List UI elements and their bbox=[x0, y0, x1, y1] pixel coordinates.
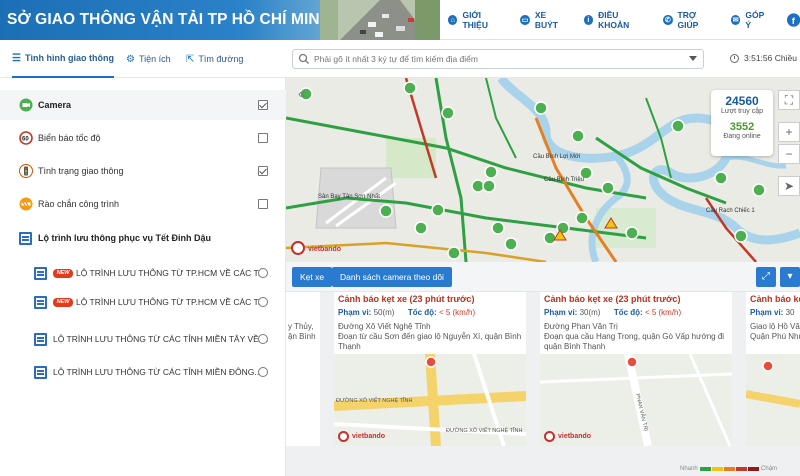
gear-icon: ⚙ bbox=[126, 53, 135, 65]
layer-speed-sign-checkbox[interactable] bbox=[258, 133, 268, 143]
route-item[interactable]: LỘ TRÌNH LƯU THÔNG TỪ CÁC TỈNH MIỀN ĐÔNG… bbox=[0, 357, 286, 387]
tab-bar: ☰ Tình hình giao thông ⚙ Tiện ích ⇱ Tìm … bbox=[0, 40, 286, 78]
barrier-icon bbox=[19, 197, 33, 211]
zoom-out-button[interactable]: − bbox=[778, 144, 800, 164]
sidebar: Camera 60 Biển báo tốc độ Tình trạng gia… bbox=[0, 78, 286, 476]
route-icon bbox=[34, 365, 47, 379]
clock-time: 3:51:56 Chiều bbox=[744, 53, 797, 63]
speed-sign-icon: 60 bbox=[19, 131, 33, 145]
clock-icon bbox=[730, 53, 739, 63]
vietbando-logo: vietbando bbox=[338, 431, 385, 442]
alert-title: Cảnh báo kẹt xe (23 phút trước) bbox=[338, 294, 475, 304]
layer-speed-sign[interactable]: 60 Biển báo tốc độ bbox=[0, 123, 286, 153]
search-box bbox=[292, 49, 704, 69]
traffic-photo bbox=[320, 0, 440, 40]
routes-group-header[interactable]: Lộ trình lưu thông phục vụ Tết Đinh Dậu bbox=[0, 223, 286, 253]
top-nav: ⌂ GIỚI THIỆU ▭ XE BUÝT i ĐIỀU KHOẢN ✆ TRỢ GI… bbox=[448, 0, 800, 40]
facebook-icon[interactable]: f bbox=[786, 13, 800, 27]
vietbando-logo: vietbando bbox=[544, 431, 591, 442]
brand-banner: SỞ GIAO THÔNG VẬN TẢI TP HỒ CHÍ MINH bbox=[0, 0, 440, 40]
route-radio[interactable] bbox=[258, 268, 268, 278]
alert-card[interactable]: Cảnh báo kẹt xe (23 phút trước) Phạm vi:… bbox=[334, 292, 526, 446]
alert-card-partial[interactable]: Cảnh báo kẹ Phạm vi: 30 Giao lộ Hồ Vă Quậ… bbox=[746, 292, 800, 446]
new-badge: NEW bbox=[53, 268, 73, 278]
alert-map bbox=[746, 354, 800, 446]
search-row: 3:51:56 Chiều bbox=[286, 40, 800, 78]
zoom-in-button[interactable]: + bbox=[778, 122, 800, 142]
alert-title: Cảnh báo kẹt xe (23 phút trước) bbox=[544, 294, 681, 304]
map-brand: vietbando bbox=[308, 246, 341, 253]
search-icon bbox=[298, 53, 309, 64]
camera-list-button[interactable]: Danh sách camera theo dõi bbox=[332, 267, 452, 287]
route-radio[interactable] bbox=[258, 297, 268, 307]
route-item[interactable]: NEW LỘ TRÌNH LƯU THÔNG TỪ TP.HCM VỀ CÁC … bbox=[0, 287, 286, 317]
layer-traffic-status[interactable]: Tình trạng giao thông bbox=[0, 156, 286, 186]
nav-xe-buyt[interactable]: ▭ XE BUÝT bbox=[520, 10, 569, 30]
nav-gop-y[interactable]: ✉ GÓP Ý bbox=[730, 10, 771, 30]
traffic-legend: Nhanh Chậm bbox=[680, 466, 778, 472]
layer-camera[interactable]: Camera bbox=[0, 90, 286, 120]
nav-dieu-khoan[interactable]: i ĐIỀU KHOẢN bbox=[583, 10, 649, 30]
chevron-down-icon[interactable] bbox=[689, 56, 697, 61]
tab-utilities[interactable]: ⚙ Tiện ích bbox=[126, 40, 171, 78]
route-item[interactable]: LỘ TRÌNH LƯU THÔNG TỪ CÁC TỈNH MIỀN TÂY … bbox=[0, 324, 286, 354]
tab-traffic-status[interactable]: ☰ Tình hình giao thông bbox=[12, 40, 114, 78]
traffic-jam-button[interactable]: Kẹt xe bbox=[292, 267, 333, 287]
alert-card-partial[interactable]: y Thủy, ận Bình bbox=[286, 292, 320, 446]
camera-icon bbox=[19, 98, 33, 112]
visit-count: 24560 bbox=[725, 94, 759, 108]
mail-icon: ✉ bbox=[730, 15, 741, 25]
nav-gioi-thieu[interactable]: ⌂ GIỚI THIỆU bbox=[448, 10, 506, 30]
bus-icon: ▭ bbox=[520, 15, 530, 25]
new-badge: NEW bbox=[53, 297, 73, 307]
layers-icon: ☰ bbox=[12, 52, 21, 64]
alert-map: PHAN VĂN TRỊ vietbando bbox=[540, 354, 732, 446]
info-icon: i bbox=[583, 15, 594, 25]
map-label: Cầu Bình Lợi Mới bbox=[533, 154, 580, 160]
map-label: Cầu Bình Triệu bbox=[544, 177, 584, 183]
chevron-down-icon[interactable]: ▾ bbox=[780, 267, 800, 287]
route-radio[interactable] bbox=[258, 334, 268, 344]
alert-map: ĐƯỜNG XÔ VIẾT NGHỆ TĨNH ĐƯỜNG XÔ VIẾT NG… bbox=[334, 354, 526, 446]
traffic-light-icon bbox=[19, 164, 33, 178]
svg-text:ĐƯỜNG XÔ VIẾT NGHỆ TĨNH: ĐƯỜNG XÔ VIẾT NGHỆ TĨNH bbox=[446, 426, 522, 434]
route-item[interactable]: NEW LỘ TRÌNH LƯU THÔNG TỪ TP.HCM VỀ CÁC … bbox=[0, 258, 286, 288]
locate-icon[interactable]: ➤ bbox=[778, 176, 800, 196]
directions-icon: ⇱ bbox=[186, 53, 195, 65]
visitor-stats: 24560 Lượt truy cập 3552 Đang online bbox=[711, 90, 773, 156]
svg-text:60: 60 bbox=[22, 137, 29, 143]
map-label: Cầu Rạch Chiếc 1 bbox=[706, 208, 755, 214]
home-icon: ⌂ bbox=[448, 15, 458, 25]
alert-card[interactable]: Cảnh báo kẹt xe (23 phút trước) Phạm vi:… bbox=[540, 292, 732, 446]
layer-camera-checkbox[interactable] bbox=[258, 100, 268, 110]
route-icon bbox=[19, 231, 32, 245]
route-radio[interactable] bbox=[258, 367, 268, 377]
collapse-icon: « bbox=[298, 86, 305, 101]
route-icon bbox=[34, 295, 47, 309]
tab-directions[interactable]: ⇱ Tìm đường bbox=[186, 40, 243, 78]
map-label: Sân Bay Tân Sơn Nhất bbox=[318, 194, 380, 200]
alert-title: Cảnh báo kẹ bbox=[750, 294, 800, 304]
expand-icon[interactable]: ⤢ bbox=[756, 267, 776, 287]
alert-cards: y Thủy, ận Bình Cảnh báo kẹt xe (23 phút… bbox=[286, 292, 800, 476]
camera-toolbar: Kẹt xe Danh sách camera theo dõi ⤢ ▾ bbox=[286, 262, 800, 292]
fullscreen-icon[interactable]: ⛶ bbox=[778, 90, 800, 110]
online-count: 3552 bbox=[729, 121, 755, 133]
header: SỞ GIAO THÔNG VẬN TẢI TP HỒ CHÍ MINH ⌂ GI… bbox=[0, 0, 800, 40]
clock: 3:51:56 Chiều bbox=[730, 53, 797, 63]
phone-icon: ✆ bbox=[663, 15, 673, 25]
layer-barrier[interactable]: Rào chắn công trình bbox=[0, 189, 286, 219]
route-icon bbox=[34, 266, 47, 280]
svg-text:ĐƯỜNG XÔ VIẾT NGHỆ TĨNH: ĐƯỜNG XÔ VIẾT NGHỆ TĨNH bbox=[336, 396, 412, 404]
layer-traffic-checkbox[interactable] bbox=[258, 166, 268, 176]
nav-tro-giup[interactable]: ✆ TRỢ GIÚP bbox=[663, 10, 717, 30]
search-input[interactable] bbox=[314, 52, 684, 66]
site-title: SỞ GIAO THÔNG VẬN TẢI TP HỒ CHÍ MINH bbox=[7, 11, 331, 28]
route-icon bbox=[34, 332, 47, 346]
layer-barrier-checkbox[interactable] bbox=[258, 199, 268, 209]
traffic-map[interactable]: Cầu Bình Lợi Mới Cầu Bình Triệu Cầu Rạch… bbox=[286, 78, 800, 262]
